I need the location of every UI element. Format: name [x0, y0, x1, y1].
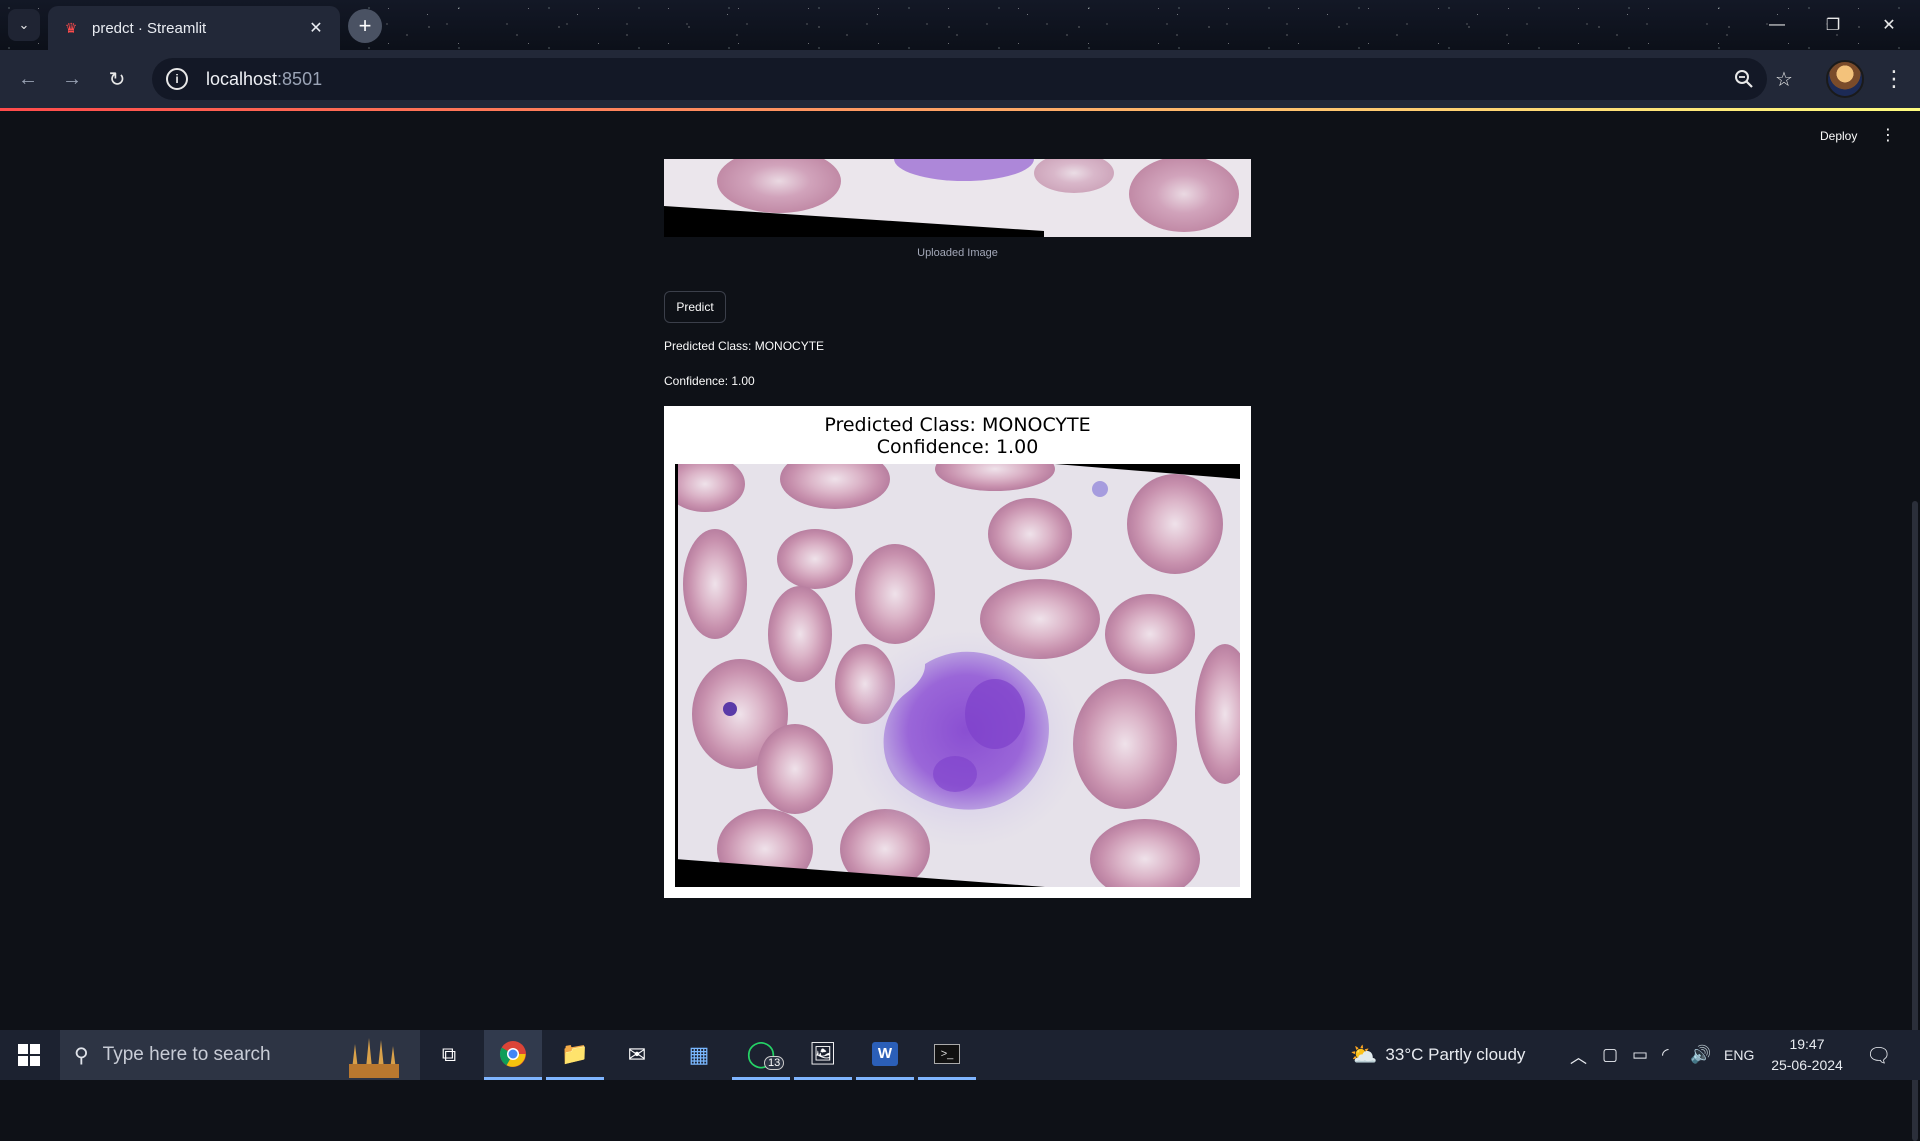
- figure-title: Predicted Class: MONOCYTE Confidence: 1.…: [664, 414, 1251, 458]
- language-indicator[interactable]: ENG: [1724, 1030, 1754, 1080]
- whatsapp-badge: 13: [764, 1056, 785, 1070]
- taskbar-chrome[interactable]: [484, 1030, 542, 1080]
- star-icon: ☆: [1775, 68, 1793, 91]
- task-view-button[interactable]: ⧉: [420, 1030, 478, 1080]
- reload-button[interactable]: ↻: [101, 63, 133, 95]
- folder-icon: 📁: [561, 1040, 589, 1066]
- address-bar[interactable]: i localhost:8501: [152, 58, 1767, 100]
- more-vertical-icon: ⋮: [1880, 127, 1896, 144]
- weather-widget[interactable]: ⛅ 33°C Partly cloudy: [1350, 1030, 1525, 1080]
- show-hidden-icons[interactable]: ︿: [1570, 1030, 1587, 1080]
- new-tab-button[interactable]: +: [348, 9, 382, 43]
- plus-icon: +: [358, 13, 372, 38]
- taskbar-file-explorer[interactable]: 📁: [546, 1030, 604, 1080]
- close-icon: ✕: [1882, 17, 1896, 34]
- browser-titlebar: ⌄ ♛ predct · Streamlit ✕ + — ❐ ✕: [0, 0, 1920, 50]
- browser-tab[interactable]: ♛ predct · Streamlit ✕: [48, 6, 340, 50]
- taskbar-store[interactable]: ▦: [670, 1030, 728, 1080]
- close-window-button[interactable]: ✕: [1861, 0, 1917, 50]
- clock-time: 19:47: [1789, 1036, 1825, 1052]
- search-icon: ⚲: [74, 1044, 89, 1067]
- image-caption: Uploaded Image: [917, 247, 998, 259]
- battery-icon[interactable]: ▭: [1632, 1030, 1648, 1080]
- taskbar-whatsapp[interactable]: ◯ 13: [732, 1030, 790, 1080]
- start-button[interactable]: [0, 1030, 58, 1080]
- notifications-button[interactable]: 🗨: [1866, 1030, 1891, 1080]
- taskbar-mail[interactable]: ✉: [608, 1030, 666, 1080]
- blood-smear-drawing: [675, 464, 1240, 887]
- url-host: localhost: [206, 68, 278, 89]
- restore-icon: ❐: [1825, 17, 1841, 34]
- browser-toolbar: ← → ↻ i localhost:8501 ☆ ⋮: [0, 50, 1920, 108]
- tab-title: predct · Streamlit: [92, 19, 207, 37]
- partly-cloudy-icon: ⛅: [1350, 1042, 1378, 1067]
- figure-title-class: Predicted Class: MONOCYTE: [824, 414, 1091, 436]
- chevron-down-icon: ⌄: [18, 17, 30, 32]
- store-icon: ▦: [688, 1042, 710, 1067]
- windows-taskbar: ⚲ Type here to search ⧉ 📁 ✉ ▦ ◯ 13 🖼 W >…: [0, 1030, 1920, 1080]
- profile-avatar[interactable]: [1826, 60, 1864, 98]
- minimize-button[interactable]: —: [1749, 0, 1805, 50]
- notification-icon: 🗨: [1866, 1044, 1892, 1067]
- volume-icon[interactable]: 🔊: [1690, 1030, 1711, 1080]
- streamlit-crown-icon: ♛: [64, 19, 78, 36]
- taskbar-word[interactable]: W: [856, 1030, 914, 1080]
- forward-button[interactable]: →: [56, 63, 88, 95]
- mail-icon: ✉: [627, 1042, 647, 1067]
- taskbar-search-placeholder: Type here to search: [102, 1044, 271, 1065]
- chrome-icon: [499, 1040, 526, 1067]
- terminal-icon: >_: [934, 1043, 960, 1064]
- minimize-icon: —: [1769, 16, 1785, 33]
- close-tab-icon[interactable]: ✕: [306, 18, 326, 38]
- arrow-right-icon: →: [62, 67, 82, 90]
- system-clock[interactable]: 19:47 25-06-2024: [1762, 1034, 1852, 1076]
- confidence-text: Confidence: 1.00: [664, 374, 755, 388]
- site-info-icon[interactable]: i: [166, 68, 188, 90]
- chevron-up-icon: ︿: [1570, 1047, 1587, 1067]
- uploaded-image: [664, 159, 1251, 237]
- meet-now-icon[interactable]: ▢: [1602, 1030, 1618, 1080]
- streamlit-app: Deploy ⋮ Uploaded Image Predict Predicte…: [0, 111, 1920, 1141]
- search-highlight-icon: [338, 1034, 408, 1078]
- task-view-icon: ⧉: [441, 1043, 457, 1066]
- predict-button[interactable]: Predict: [664, 291, 726, 323]
- more-vertical-icon: ⋮: [1883, 66, 1905, 91]
- windows-logo-icon: [18, 1044, 40, 1066]
- arrow-left-icon: ←: [18, 67, 38, 90]
- wifi-icon[interactable]: ◜: [1662, 1030, 1669, 1080]
- zoom-button[interactable]: [1726, 58, 1762, 100]
- figure-title-confidence: Confidence: 1.00: [876, 436, 1039, 458]
- taskbar-terminal[interactable]: >_: [918, 1030, 976, 1080]
- blood-smear-image-top: [664, 159, 1251, 237]
- word-icon: W: [872, 1041, 898, 1066]
- deploy-button[interactable]: Deploy: [1820, 129, 1857, 143]
- taskbar-search[interactable]: ⚲ Type here to search: [60, 1030, 420, 1080]
- blood-smear-image: [675, 464, 1240, 887]
- reload-icon: ↻: [108, 68, 126, 91]
- weather-text: 33°C Partly cloudy: [1385, 1045, 1526, 1064]
- prediction-figure: Predicted Class: MONOCYTE Confidence: 1.…: [664, 406, 1251, 898]
- tab-search-button[interactable]: ⌄: [8, 9, 40, 41]
- clock-date: 25-06-2024: [1771, 1057, 1843, 1073]
- restore-button[interactable]: ❐: [1805, 0, 1861, 50]
- taskbar-photos[interactable]: 🖼: [794, 1030, 852, 1080]
- browser-menu-button[interactable]: ⋮: [1880, 63, 1908, 95]
- back-button[interactable]: ←: [12, 63, 44, 95]
- photos-icon: 🖼: [809, 1040, 837, 1066]
- url-port: :8501: [277, 68, 323, 89]
- app-menu-button[interactable]: ⋮: [1880, 125, 1896, 145]
- zoom-icon: [1735, 70, 1753, 88]
- predicted-class-text: Predicted Class: MONOCYTE: [664, 339, 825, 353]
- bookmark-button[interactable]: ☆: [1766, 58, 1802, 100]
